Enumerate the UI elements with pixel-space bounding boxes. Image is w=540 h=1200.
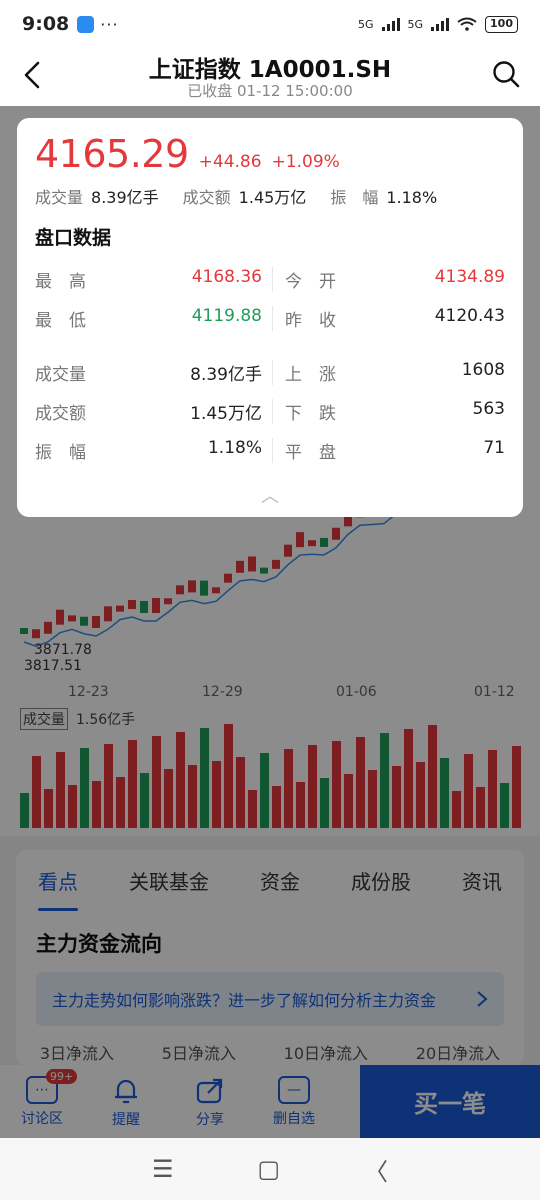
price-change-percent: +1.09% [271, 152, 340, 172]
order-book-value: 8.39亿手 [190, 365, 262, 385]
more-notifications-icon: ··· [100, 14, 119, 34]
order-book-label: 昨 收 [285, 311, 336, 331]
order-book-value: 4120.43 [434, 306, 505, 326]
price-row: 4165.29 +44.86 +1.09% [35, 132, 340, 176]
stat-label: 成交量 [35, 188, 84, 207]
order-book-value: 4119.88 [191, 306, 262, 326]
order-book-label: 成交量 [35, 365, 86, 385]
order-book-label: 最 高 [35, 272, 86, 292]
page-header: 上证指数 1A0001.SH 已收盘 01-12 15:00:00 [0, 48, 540, 106]
stat-label: 振 幅 [330, 188, 379, 207]
stat-amplitude: 振 幅 1.18% [330, 184, 437, 208]
order-book-cell: 平 盘 71 [272, 438, 505, 463]
order-book-row: 最 低 4119.88 昨 收 4120.43 [35, 299, 505, 338]
order-book-cell: 最 高 4168.36 [35, 267, 272, 292]
app-notification-icon [77, 15, 95, 33]
menu-nav-icon[interactable]: ☰ [152, 1155, 174, 1183]
market-status: 已收盘 01-12 15:00:00 [187, 82, 353, 100]
order-book-title: 盘口数据 [35, 227, 112, 249]
order-book-row: 振 幅 1.18% 平 盘 71 [35, 431, 505, 470]
order-book-cell: 成交量 8.39亿手 [35, 360, 272, 385]
order-book-value: 563 [472, 399, 505, 419]
wifi-icon [457, 17, 477, 31]
battery-icon: 100 [485, 15, 518, 33]
stat-volume: 成交量 8.39亿手 [35, 184, 159, 208]
summary-stats: 成交量 8.39亿手 成交额 1.45万亿 振 幅 1.18% [35, 184, 437, 208]
order-book-value: 1608 [461, 360, 505, 380]
order-book-cell: 成交额 1.45万亿 [35, 399, 272, 424]
order-book-cell: 振 幅 1.18% [35, 438, 272, 463]
stat-value: 1.45万亿 [238, 188, 307, 207]
signal-icon [381, 17, 400, 31]
order-book-label: 成交额 [35, 404, 86, 424]
network-5g-label: 5G [357, 17, 374, 31]
collapse-chevron-icon[interactable]: ︿ [17, 482, 523, 508]
order-book-label: 最 低 [35, 311, 86, 331]
order-book-value: 4134.89 [434, 267, 505, 287]
network-5g-label-2: 5G [407, 17, 424, 31]
current-price: 4165.29 [35, 132, 189, 176]
order-book-row: 成交额 1.45万亿 下 跌 563 [35, 392, 505, 431]
order-book-cell: 上 涨 1608 [272, 360, 505, 385]
order-book-value: 71 [483, 438, 505, 458]
order-book-cell: 今 开 4134.89 [272, 267, 505, 292]
status-bar: 9:08 ··· 5G 5G 100 [0, 0, 540, 48]
order-book-cell: 下 跌 563 [272, 399, 505, 424]
stat-turnover: 成交额 1.45万亿 [183, 184, 307, 208]
order-book-label: 振 幅 [35, 443, 86, 463]
order-book-row: 最 高 4168.36 今 开 4134.89 [35, 260, 505, 299]
status-time: 9:08 [22, 13, 70, 35]
stat-value: 1.18% [386, 188, 438, 207]
signal-icon-2 [431, 17, 450, 31]
page-title: 上证指数 1A0001.SH [148, 57, 392, 83]
order-book-value: 1.45万亿 [190, 404, 262, 424]
back-nav-icon[interactable]: 〈 [364, 1152, 388, 1187]
order-book-label: 上 涨 [285, 365, 336, 385]
order-book-label: 下 跌 [285, 404, 336, 424]
order-book-label: 平 盘 [285, 443, 336, 463]
order-book-grid: 最 高 4168.36 今 开 4134.89 最 低 4119.88 昨 收 4120.43… [35, 260, 505, 470]
order-book-cell: 最 低 4119.88 [35, 306, 272, 331]
search-icon[interactable] [492, 60, 520, 88]
home-nav-icon[interactable]: ▢ [257, 1155, 280, 1183]
order-book-value: 1.18% [207, 438, 262, 458]
quote-detail-popup: 4165.29 +44.86 +1.09% 成交量 8.39亿手 成交额 1.45万… [17, 118, 523, 517]
order-book-value: 4168.36 [191, 267, 262, 287]
price-change: +44.86 [198, 152, 262, 172]
order-book-row: 成交量 8.39亿手 上 涨 1608 [35, 353, 505, 392]
order-book-label: 今 开 [285, 272, 336, 292]
stat-label: 成交额 [182, 188, 231, 207]
stat-value: 8.39亿手 [91, 188, 159, 207]
system-nav-bar: ☰ ▢ 〈 [0, 1138, 540, 1200]
order-book-cell: 昨 收 4120.43 [272, 306, 505, 331]
